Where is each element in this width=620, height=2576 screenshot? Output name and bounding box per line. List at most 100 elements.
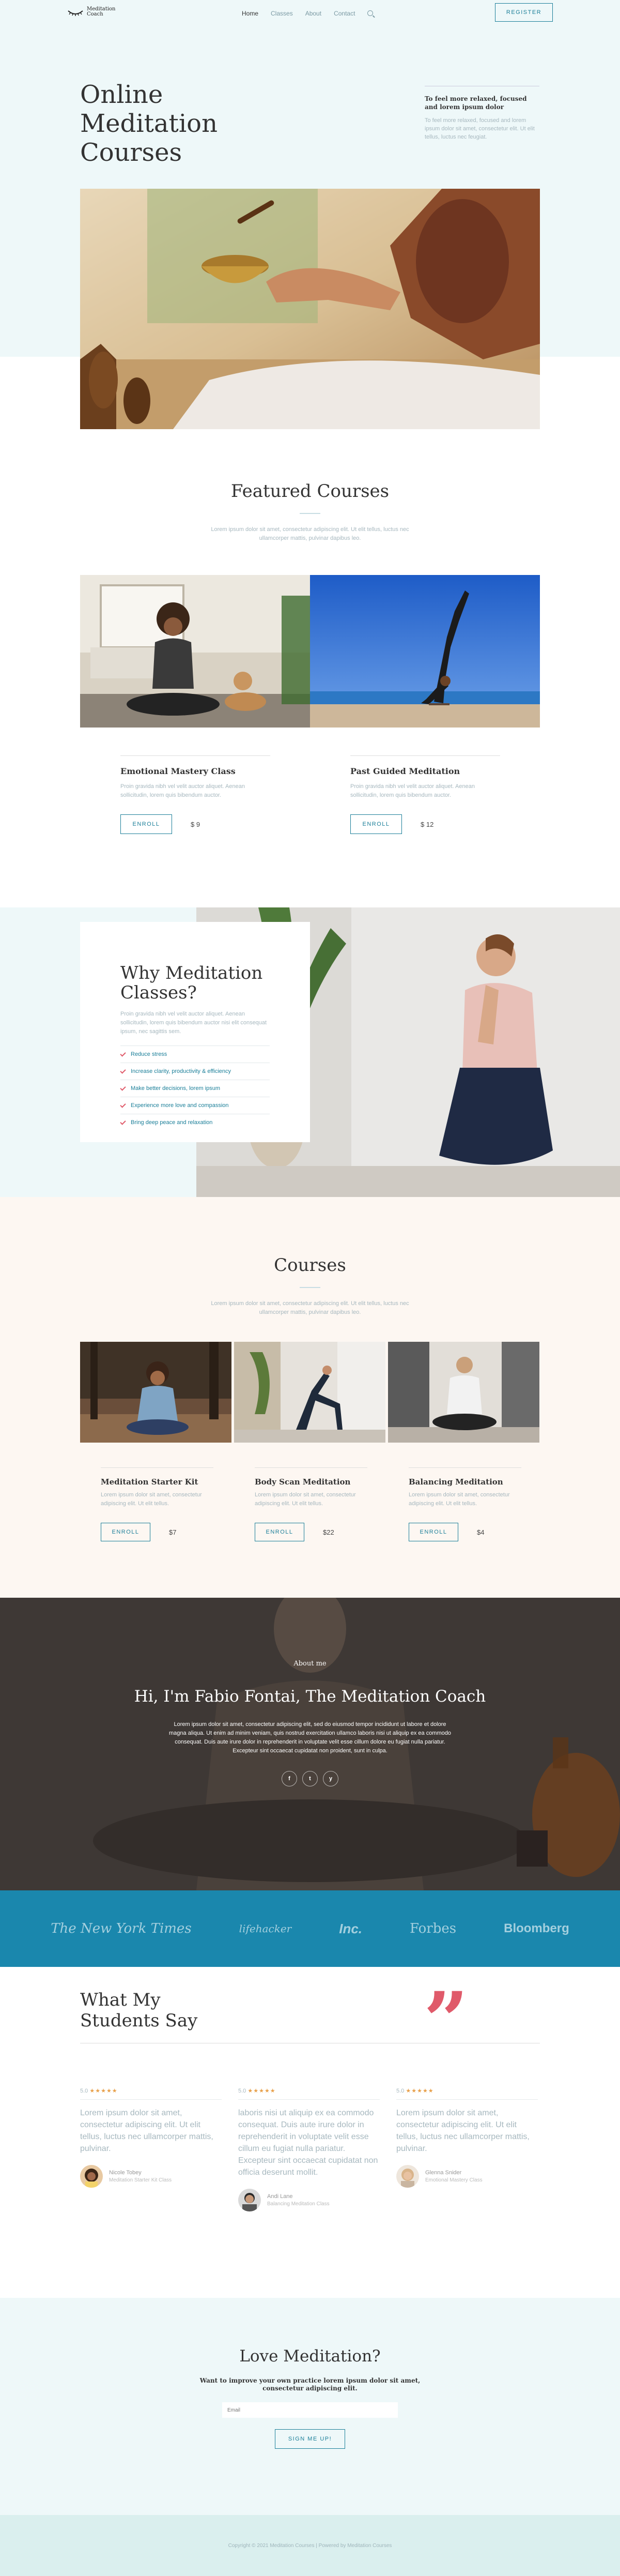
register-button[interactable]: REGISTER <box>495 3 553 22</box>
about-title: Hi, I'm Fabio Fontai, The Meditation Coa… <box>134 1687 486 1706</box>
course-title: Past Guided Meditation <box>350 766 460 776</box>
list-item: Reduce stress <box>120 1045 270 1063</box>
testimonials-section: What My Students Say ” 5.0 ★★★★★ Lorem i… <box>0 1967 620 2298</box>
top-nav: Meditation Coach Home Classes About Cont… <box>0 0 620 27</box>
course-description: Proin gravida nibh vel velit auctor aliq… <box>120 783 245 798</box>
course-card: Body Scan Meditation Lorem ipsum dolor s… <box>234 1342 385 1541</box>
course-card: Meditation Starter Kit Lorem ipsum dolor… <box>80 1342 231 1541</box>
divider <box>300 513 320 514</box>
why-section: Why Meditation Classes? Proin gravida ni… <box>0 907 620 1197</box>
course-description: Lorem ipsum dolor sit amet, consectetur … <box>101 1492 202 1507</box>
divider <box>255 1467 367 1468</box>
search-icon[interactable] <box>367 10 374 16</box>
divider <box>409 1467 521 1468</box>
author-role: Emotional Mastery Class <box>425 2177 483 2183</box>
avatar <box>238 2189 261 2211</box>
menu-item-contact[interactable]: Contact <box>334 10 355 17</box>
enroll-button[interactable]: ENROLL <box>255 1523 304 1541</box>
rating: 5.0 ★★★★★ <box>238 2087 380 2100</box>
press-logos: The New York Times lifehacker Inc. Forbe… <box>0 1890 620 1967</box>
course-description: Lorem ipsum dolor sit amet, consectetur … <box>409 1492 510 1507</box>
list-item: Increase clarity, productivity & efficie… <box>120 1063 270 1080</box>
testimonials-title: What My Students Say <box>80 1990 198 2031</box>
main-menu: Home Classes About Contact <box>242 10 374 17</box>
testimonial: 5.0 ★★★★★ Lorem ipsum dolor sit amet, co… <box>80 2087 222 2211</box>
newsletter-title: Love Meditation? <box>239 2347 381 2366</box>
course-price: $ 12 <box>421 820 434 828</box>
testimonial-text: laboris nisi ut aliquip ex ea commodo co… <box>238 2109 378 2177</box>
why-title: Why Meditation Classes? <box>120 963 263 1003</box>
featured-title: Featured Courses <box>230 481 390 502</box>
check-icon <box>120 1118 126 1125</box>
twitter-icon[interactable]: t <box>302 1771 318 1786</box>
course-title: Emotional Mastery Class <box>120 766 236 776</box>
enroll-button[interactable]: ENROLL <box>101 1523 150 1541</box>
hero-section: Meditation Coach Home Classes About Cont… <box>0 0 620 440</box>
logo-nytimes: The New York Times <box>51 1921 192 1936</box>
star-icons: ★★★★★ <box>247 2088 276 2094</box>
divider <box>101 1467 213 1468</box>
copyright-text: Copyright © 2021 Meditation Courses | Po… <box>228 2542 392 2549</box>
course-description: Lorem ipsum dolor sit amet, consectetur … <box>255 1492 356 1507</box>
youtube-icon[interactable]: y <box>323 1771 338 1786</box>
menu-item-home[interactable]: Home <box>242 10 258 17</box>
list-item: Make better decisions, lorem ipsum <box>120 1080 270 1097</box>
facebook-icon[interactable]: f <box>282 1771 297 1786</box>
course-title: Balancing Meditation <box>409 1477 503 1487</box>
logo-line2: Coach <box>87 11 103 17</box>
courses-title: Courses <box>274 1255 346 1276</box>
enroll-button[interactable]: ENROLL <box>350 814 402 834</box>
featured-section: Featured Courses Lorem ipsum dolor sit a… <box>0 440 620 907</box>
courses-grid: Meditation Starter Kit Lorem ipsum dolor… <box>80 1342 540 1541</box>
testimonial-text: Lorem ipsum dolor sit amet, consectetur … <box>396 2109 530 2153</box>
signup-button[interactable]: SIGN ME UP! <box>275 2429 345 2449</box>
course-image-yoga-stretch <box>234 1342 385 1443</box>
courses-subtitle: Lorem ipsum dolor sit amet, consectetur … <box>211 1300 409 1315</box>
course-title: Body Scan Meditation <box>255 1477 351 1487</box>
course-price: $4 <box>477 1528 485 1536</box>
about-label: About me <box>293 1660 327 1668</box>
author-role: Balancing Meditation Class <box>267 2201 330 2207</box>
course-description: Proin gravida nibh vel velit auctor aliq… <box>350 783 475 798</box>
hero-intro: To feel more relaxed, focused and lorem … <box>425 86 539 141</box>
course-card: Past Guided Meditation Proin gravida nib… <box>310 575 540 834</box>
course-image-yoga-by-sea <box>310 575 540 728</box>
logo-lifehacker: lifehacker <box>239 1922 292 1935</box>
enroll-button[interactable]: ENROLL <box>120 814 172 834</box>
hero-intro-text: To feel more relaxed, focused and lorem … <box>425 117 535 140</box>
course-card: Emotional Mastery Class Proin gravida ni… <box>80 575 310 834</box>
rating: 5.0 ★★★★★ <box>396 2087 538 2100</box>
course-price: $7 <box>169 1528 177 1536</box>
email-field[interactable] <box>222 2402 398 2418</box>
featured-grid: Emotional Mastery Class Proin gravida ni… <box>80 575 540 834</box>
courses-section: Courses Lorem ipsum dolor sit amet, cons… <box>0 1197 620 1598</box>
divider <box>350 755 500 756</box>
course-image-lotus-pose <box>388 1342 539 1443</box>
hero-intro-title: To feel more relaxed, focused and lorem … <box>425 95 527 111</box>
logo-eye-icon <box>68 10 83 16</box>
about-section: About me Hi, I'm Fabio Fontai, The Medit… <box>0 1598 620 1890</box>
footer: Copyright © 2021 Meditation Courses | Po… <box>0 2515 620 2576</box>
check-icon <box>120 1050 126 1057</box>
logo-forbes: Forbes <box>410 1921 457 1936</box>
course-price: $ 9 <box>191 820 200 828</box>
check-icon <box>120 1101 126 1108</box>
course-title: Meditation Starter Kit <box>101 1477 198 1487</box>
hero-title: Online Meditation Courses <box>80 80 218 167</box>
avatar <box>396 2165 419 2188</box>
menu-item-about[interactable]: About <box>305 10 321 17</box>
logo-bloomberg: Bloomberg <box>504 1921 569 1935</box>
course-image-forest-meditation <box>80 1342 231 1443</box>
newsletter-text: Want to improve your own practice lorem … <box>199 2377 421 2392</box>
hero-image-singing-bowl <box>80 189 540 429</box>
check-icon <box>120 1084 126 1091</box>
list-item: Bring deep peace and relaxation <box>120 1114 270 1131</box>
logo-inc: Inc. <box>339 1920 363 1936</box>
list-item: Experience more love and compassion <box>120 1097 270 1114</box>
why-text: Proin gravida nibh vel velit auctor aliq… <box>120 1011 267 1035</box>
author-name: Nicole Tobey <box>109 2170 142 2176</box>
menu-item-classes[interactable]: Classes <box>271 10 293 17</box>
logo[interactable]: Meditation Coach <box>67 7 115 17</box>
enroll-button[interactable]: ENROLL <box>409 1523 458 1541</box>
testimonial: 5.0 ★★★★★ Lorem ipsum dolor sit amet, co… <box>396 2087 538 2211</box>
